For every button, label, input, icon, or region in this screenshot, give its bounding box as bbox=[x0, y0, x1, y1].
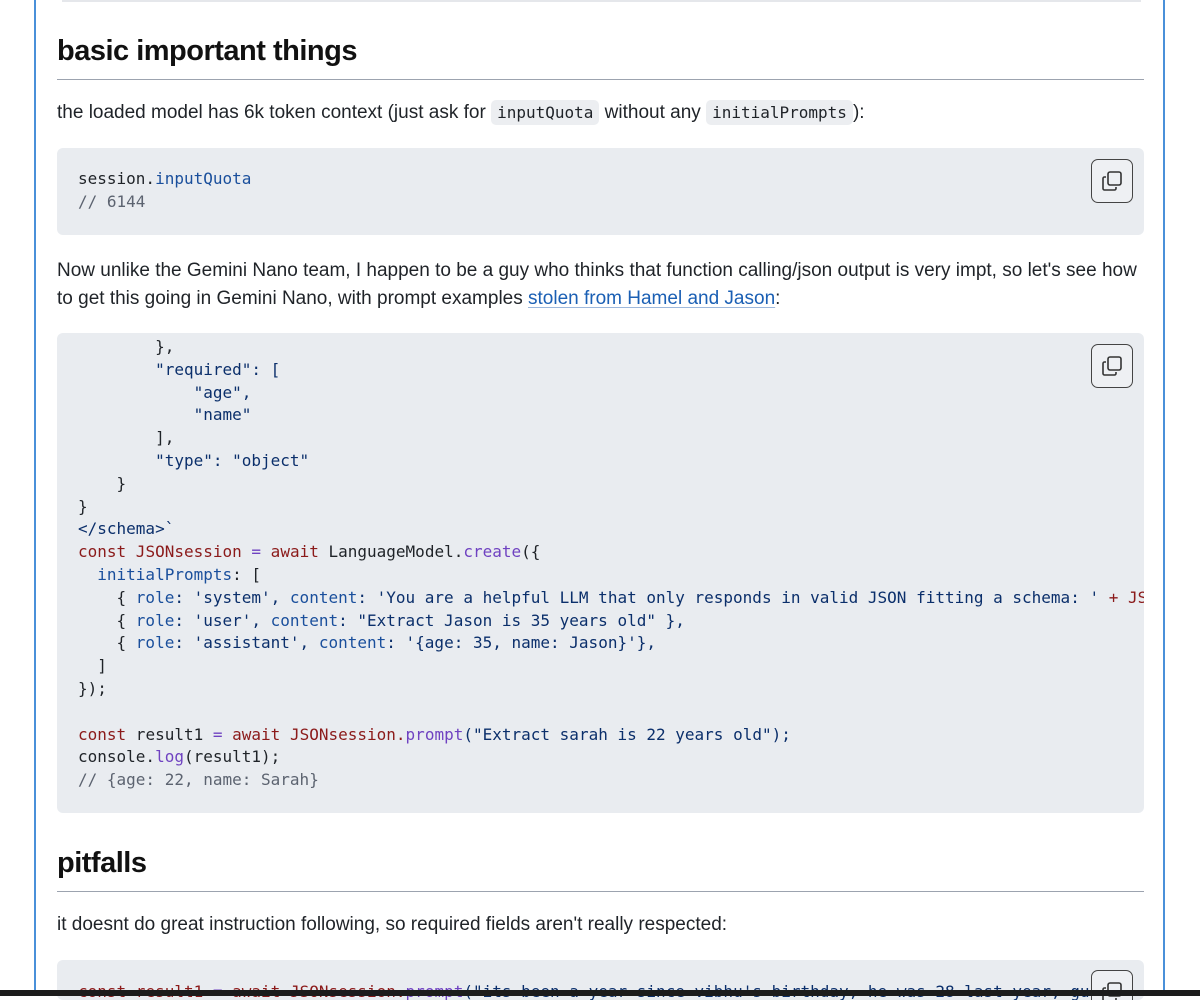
code-token: ("Extract sarah is 22 years old"); bbox=[463, 724, 791, 744]
basics-text-post: ): bbox=[852, 102, 865, 123]
code-token: result1 bbox=[126, 724, 213, 744]
code-line: } bbox=[78, 496, 88, 516]
code-line: ], bbox=[78, 428, 175, 448]
previous-block-edge bbox=[62, 0, 1141, 2]
code-token: session. bbox=[78, 169, 156, 188]
code-token: : 'assistant', bbox=[174, 633, 319, 653]
code-token: prompt bbox=[405, 724, 464, 744]
code-token: const bbox=[78, 542, 127, 562]
basics-text-pre: the loaded model has 6k token context (j… bbox=[57, 102, 492, 123]
code-token: LanguageModel. bbox=[328, 542, 464, 562]
code-token: console. bbox=[78, 747, 156, 767]
basics-paragraph: the loaded model has 6k token context (j… bbox=[57, 99, 1147, 127]
code-token: : [ bbox=[232, 564, 262, 584]
basics-text-mid: without any bbox=[599, 102, 707, 123]
code-token: log bbox=[155, 747, 184, 767]
bottom-edge-bar bbox=[0, 990, 1200, 996]
code-token: : '{age: 35, name: Jason}'}, bbox=[386, 633, 656, 653]
code-line: </schema>` bbox=[78, 519, 175, 539]
code-token: { bbox=[78, 633, 136, 653]
code-block-inputquota: session.inputQuota // 6144 bbox=[57, 148, 1144, 235]
code-token: content bbox=[270, 610, 339, 630]
intro-text-post: : bbox=[775, 288, 781, 309]
section-heading-pitfalls: pitfalls bbox=[57, 847, 1144, 892]
code-comment: // {age: 22, name: Sarah} bbox=[78, 770, 319, 790]
left-frame-border bbox=[34, 0, 36, 996]
code-token: await bbox=[261, 542, 329, 562]
code-token: : "Extract Jason is 35 years old" }, bbox=[338, 610, 685, 630]
code-token: = bbox=[212, 724, 223, 744]
copy-icon bbox=[1102, 171, 1122, 191]
code-token: await bbox=[222, 724, 290, 744]
code-line: "age", bbox=[78, 382, 252, 402]
code-token: { bbox=[78, 587, 136, 607]
code-token: { bbox=[78, 610, 136, 630]
code-token: content bbox=[318, 633, 387, 653]
code-text: session.inputQuota // 6144 bbox=[78, 168, 251, 214]
right-frame-border bbox=[1163, 0, 1165, 996]
code-token: role bbox=[135, 633, 175, 653]
code-token: JSONsession. bbox=[289, 724, 406, 744]
code-line: "name" bbox=[78, 405, 252, 425]
copy-icon bbox=[1102, 356, 1122, 376]
code-token: inputQuota bbox=[155, 169, 252, 188]
code-token: (result1); bbox=[183, 747, 281, 767]
code-token: content bbox=[289, 587, 358, 607]
code-line: }, bbox=[78, 337, 175, 356]
code-line: ] bbox=[78, 656, 107, 676]
intro-paragraph: Now unlike the Gemini Nano team, I happe… bbox=[57, 257, 1147, 313]
code-text: }, "required": [ "age", "name" ], "type"… bbox=[78, 336, 1144, 792]
code-token: JSONsession bbox=[126, 542, 252, 562]
copy-code-button[interactable] bbox=[1091, 159, 1133, 203]
code-token: role bbox=[135, 587, 175, 607]
code-token: initialPrompts bbox=[78, 564, 233, 584]
code-comment: // 6144 bbox=[78, 191, 146, 211]
code-token: : 'system', bbox=[174, 587, 290, 607]
code-line: "type": "object" bbox=[78, 450, 310, 470]
code-token: ({ bbox=[521, 542, 541, 562]
code-token: = bbox=[251, 542, 262, 562]
code-line: "required": [ bbox=[78, 359, 281, 379]
inline-code-initialprompts: initialPrompts bbox=[706, 100, 853, 125]
code-token: : 'You are a helpful LLM that only respo… bbox=[357, 587, 1109, 607]
code-token: + JSON bbox=[1108, 587, 1144, 607]
pitfalls-paragraph: it doesnt do great instruction following… bbox=[57, 914, 728, 935]
code-token: : 'user', bbox=[174, 610, 271, 630]
code-line: }); bbox=[78, 678, 107, 698]
code-token: role bbox=[135, 610, 175, 630]
code-block-json-session: }, "required": [ "age", "name" ], "type"… bbox=[57, 333, 1144, 813]
section-heading-basics: basic important things bbox=[57, 35, 1144, 80]
copy-code-button[interactable] bbox=[1091, 344, 1133, 388]
inline-code-inputquota: inputQuota bbox=[491, 100, 600, 125]
code-token: const bbox=[78, 724, 127, 744]
code-line: } bbox=[78, 473, 127, 493]
code-token: create bbox=[463, 542, 522, 562]
hamel-jason-link[interactable]: stolen from Hamel and Jason bbox=[528, 288, 775, 309]
